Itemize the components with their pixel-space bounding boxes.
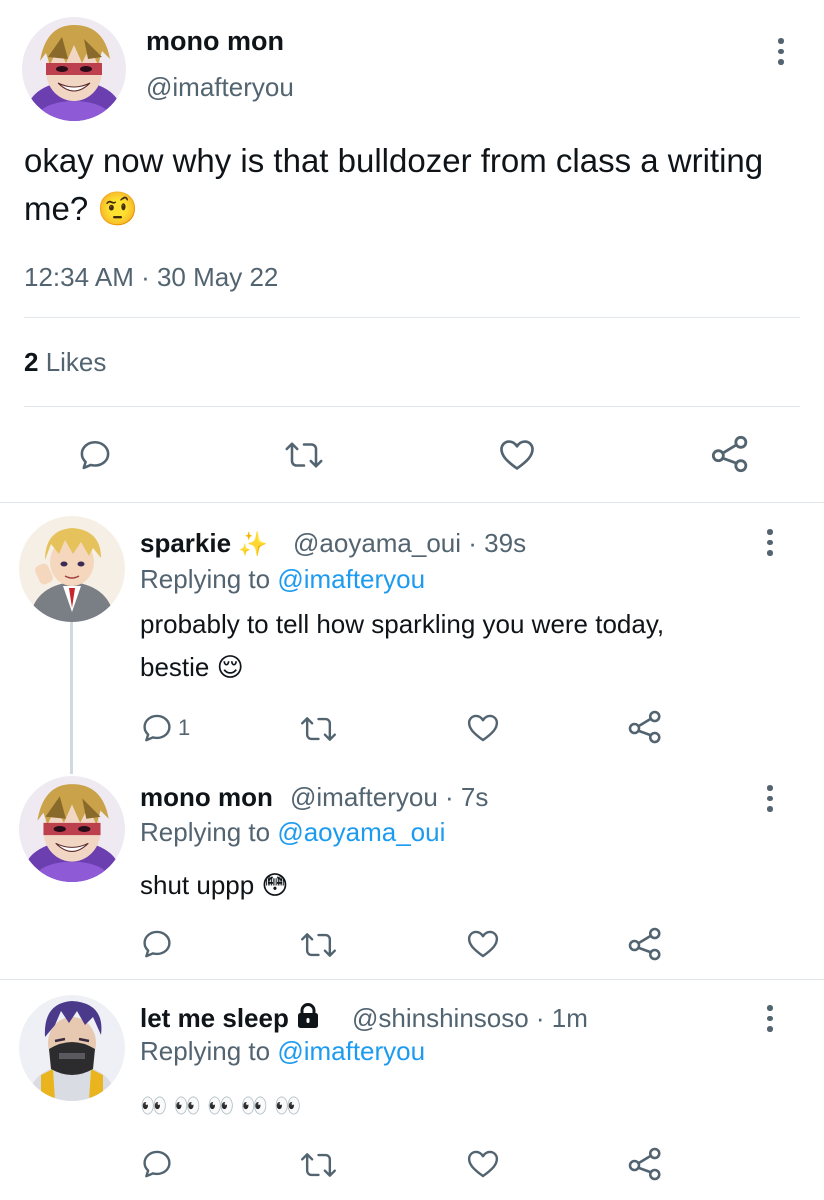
replying-to-link[interactable]: @imafteryou bbox=[277, 564, 425, 594]
display-name[interactable]: sparkie ✨ bbox=[140, 528, 268, 559]
retweet-button[interactable] bbox=[300, 928, 337, 962]
share-button[interactable] bbox=[627, 709, 663, 745]
retweet-button[interactable] bbox=[300, 712, 337, 746]
display-name-text: sparkie bbox=[140, 528, 232, 558]
share-button[interactable] bbox=[627, 926, 663, 962]
reply-text: shut uppp 😳 bbox=[140, 864, 780, 907]
main-tweet: mono mon @imafteryou okay now why is tha… bbox=[0, 0, 824, 503]
display-name[interactable]: mono mon bbox=[140, 782, 273, 813]
display-name[interactable]: let me sleep bbox=[140, 1003, 320, 1036]
replying-prefix: Replying to bbox=[140, 817, 278, 847]
lock-icon bbox=[296, 1003, 320, 1036]
divider bbox=[24, 406, 800, 407]
replying-prefix: Replying to bbox=[140, 1036, 278, 1066]
share-icon bbox=[711, 435, 748, 473]
share-icon bbox=[628, 1147, 661, 1181]
divider bbox=[0, 502, 824, 503]
heart-icon bbox=[467, 714, 499, 742]
reply-button[interactable] bbox=[140, 1147, 174, 1181]
retweet-button[interactable] bbox=[284, 437, 324, 473]
share-button[interactable] bbox=[710, 434, 750, 474]
share-icon bbox=[628, 927, 661, 961]
retweet-icon bbox=[301, 717, 336, 741]
handle-time[interactable]: @aoyama_oui · 39s bbox=[293, 528, 526, 559]
like-button[interactable] bbox=[465, 711, 501, 745]
divider bbox=[0, 979, 824, 980]
more-vertical-icon[interactable] bbox=[765, 785, 775, 812]
avatar[interactable] bbox=[19, 516, 125, 622]
more-vertical-icon[interactable] bbox=[776, 38, 786, 65]
avatar[interactable] bbox=[19, 995, 125, 1101]
reply-button[interactable]: 1 bbox=[140, 711, 190, 745]
avatar[interactable] bbox=[22, 17, 126, 121]
heart-icon bbox=[467, 1150, 499, 1178]
replying-to: Replying to @imafteryou bbox=[140, 1036, 425, 1067]
replying-to: Replying to @aoyama_oui bbox=[140, 817, 445, 848]
replying-to-link[interactable]: @aoyama_oui bbox=[277, 817, 445, 847]
replying-to-link[interactable]: @imafteryou bbox=[277, 1036, 425, 1066]
display-name-text: let me sleep bbox=[140, 1003, 289, 1033]
reply-text-line: probably to tell how sparkling you were … bbox=[140, 609, 665, 639]
sparkles-icon: ✨ bbox=[238, 531, 269, 558]
replying-to: Replying to @imafteryou bbox=[140, 564, 425, 595]
display-name[interactable]: mono mon bbox=[146, 26, 284, 57]
tweet-text: okay now why is that bulldozer from clas… bbox=[24, 142, 764, 227]
reply-text-line: shut uppp 😳 bbox=[140, 870, 289, 900]
reply-bubble-icon bbox=[143, 930, 171, 958]
retweet-icon bbox=[285, 442, 323, 468]
more-vertical-icon[interactable] bbox=[765, 529, 775, 556]
avatar[interactable] bbox=[19, 776, 125, 882]
reply-text-line: 👀 👀 👀 👀 👀 bbox=[140, 1093, 302, 1118]
retweet-icon bbox=[301, 1153, 336, 1177]
likes-number: 2 bbox=[24, 347, 39, 377]
tweet-timestamp[interactable]: 12:34 AM · 30 May 22 bbox=[24, 262, 278, 293]
divider bbox=[24, 317, 800, 318]
reply-count: 1 bbox=[178, 715, 191, 740]
handle-time[interactable]: @shinshinsoso · 1m bbox=[352, 1003, 588, 1034]
share-button[interactable] bbox=[627, 1146, 663, 1182]
like-button[interactable] bbox=[465, 927, 501, 961]
reply-text-line: bestie 😌 bbox=[140, 652, 244, 682]
reply-text: probably to tell how sparkling you were … bbox=[140, 603, 780, 689]
handle-time[interactable]: @imafteryou · 7s bbox=[290, 782, 488, 813]
more-vertical-icon[interactable] bbox=[765, 1005, 775, 1032]
reply-bubble-icon bbox=[143, 1150, 171, 1178]
reply-text: 👀 👀 👀 👀 👀 bbox=[140, 1084, 780, 1127]
share-icon bbox=[628, 710, 661, 744]
like-button[interactable] bbox=[497, 436, 537, 474]
thread-connector-line bbox=[70, 622, 73, 774]
like-button[interactable] bbox=[465, 1147, 501, 1181]
retweet-icon bbox=[301, 933, 336, 957]
reply-button[interactable] bbox=[77, 437, 113, 473]
handle[interactable]: @imafteryou bbox=[146, 72, 294, 103]
heart-icon bbox=[467, 930, 499, 958]
reply-bubble-icon bbox=[143, 714, 171, 742]
reply-button[interactable] bbox=[140, 927, 174, 961]
likes-count-link[interactable]: 2 Likes bbox=[24, 347, 106, 378]
heart-icon bbox=[500, 440, 534, 470]
replying-prefix: Replying to bbox=[140, 564, 278, 594]
likes-label: Likes bbox=[38, 347, 107, 377]
retweet-button[interactable] bbox=[300, 1148, 337, 1182]
reply-bubble-icon bbox=[80, 440, 110, 470]
